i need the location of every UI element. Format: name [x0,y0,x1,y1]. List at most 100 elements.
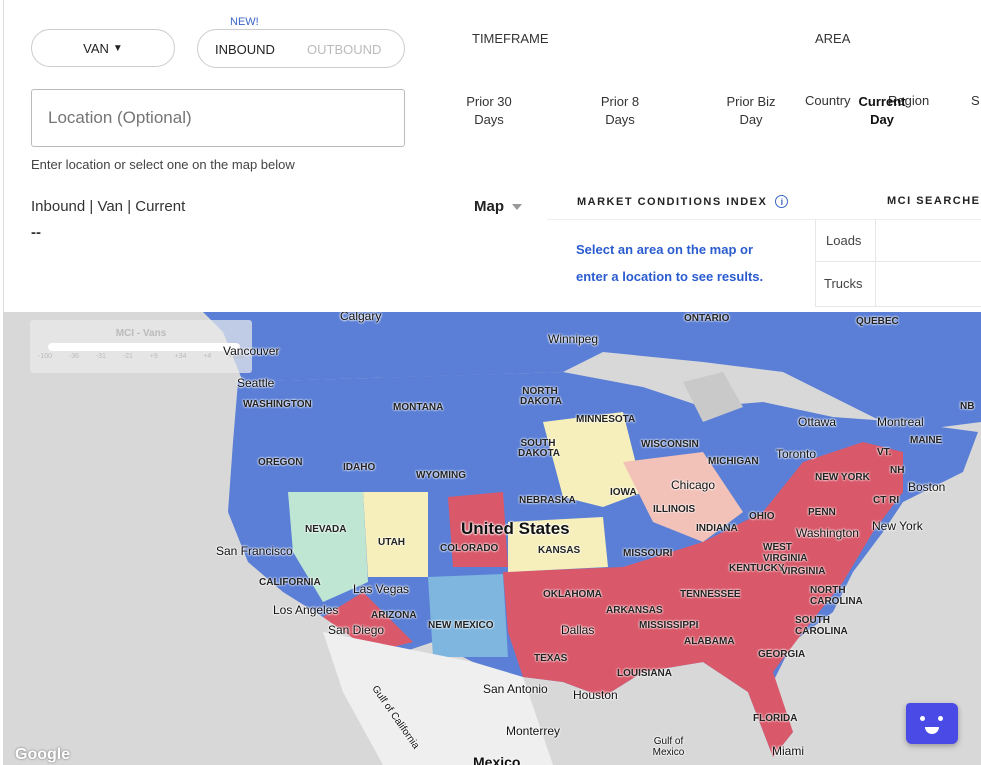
location-input[interactable] [31,89,405,147]
city-label: New York [872,519,923,533]
view-dropdown[interactable]: Map [474,198,522,215]
state-label: KENTUCKY [729,563,785,574]
legend-ticks: -100 -36 -31 -21 +9 +34 +4 +100 [30,351,252,360]
state-label: CT RI [873,495,900,506]
city-label: Monterrey [506,724,561,738]
state-label: QUEBEC [856,316,899,327]
city-label: Chicago [671,478,716,492]
equipment-value: VAN [83,40,109,56]
equipment-dropdown[interactable]: VAN ▼ [31,29,175,67]
new-badge: NEW! [230,16,259,28]
mci-map[interactable]: MCI - Vans -100 -36 -31 -21 +9 +34 +4 +100 WASH… [3,312,981,765]
chat-eye [938,716,943,721]
city-label: San Antonio [483,682,548,696]
legend-tick: -31 [95,353,106,360]
mci-prompt: Select an area on the map or enter a loc… [576,236,763,290]
timeframe-label: TIMEFRAME [472,31,549,46]
state-label: WISCONSIN [641,439,699,450]
city-label: Seattle [237,376,275,390]
state-label: WYOMING [416,470,466,481]
state-label: INDIANA [696,523,738,534]
view-value: Map [474,198,504,215]
city-label: Toronto [776,447,817,461]
city-label: San Francisco [216,544,293,558]
caret-down-icon: ▼ [112,42,123,54]
state-label: ALABAMA [684,636,735,647]
city-label: Montreal [877,415,924,429]
inbound-option[interactable]: INBOUND [215,42,275,57]
mci-prompt-line2: enter a location to see results. [576,269,764,284]
mci-title-text: MARKET CONDITIONS INDEX [577,195,768,208]
lightblue-newmexico-region [428,574,508,657]
state-label: NB [960,401,975,412]
state-label: UTAH [378,537,406,548]
state-label: WASHINGTON [243,399,312,410]
area-state[interactable]: S [971,93,980,108]
left-border [3,0,4,312]
city-label: Ottawa [798,415,837,429]
legend-tick: +34 [174,353,187,360]
legend-tick: -21 [122,353,133,360]
state-label: MAINE [910,435,943,446]
state-label: PENN [808,507,836,518]
state-label: NH [890,465,905,476]
timeframe-prior-8[interactable]: Prior 8 Days [592,93,648,129]
state-label: IDAHO [343,462,376,473]
outbound-option[interactable]: OUTBOUND [307,42,381,57]
area-country[interactable]: Country [805,93,851,108]
timeframe-prior-30[interactable]: Prior 30 Days [458,93,520,129]
state-label: OHIO [749,511,775,522]
state-label: FLORIDA [753,713,798,724]
city-label: Miami [772,744,804,758]
state-label: OKLAHOMA [543,589,602,600]
yellow-utah-region [363,492,428,577]
mci-searches-title: MCI SEARCHE [887,195,981,207]
legend-tick: -36 [68,353,79,360]
state-label: SOUTH DAKOTA [518,438,561,459]
direction-toggle[interactable]: INBOUND OUTBOUND [197,29,405,68]
chat-bot-icon[interactable] [906,703,958,744]
caret-down-icon [512,203,522,210]
city-label: Los Angeles [273,603,339,617]
location-helper: Enter location or select one on the map … [31,157,295,172]
state-label: MICHIGAN [708,456,759,467]
loads-label: Loads [816,219,876,261]
loads-row: Loads [816,219,981,262]
state-label: MISSOURI [623,548,673,559]
state-label: TEXAS [534,653,568,664]
mci-table: Loads Trucks [815,219,981,307]
trucks-label: Trucks [816,262,876,306]
state-label: VIRGINIA [781,566,826,577]
city-label: San Diego [328,623,385,637]
google-attribution: Google [15,746,71,763]
trucks-row: Trucks [816,262,981,306]
state-label: ONTARIO [684,313,730,324]
map-legend: MCI - Vans -100 -36 -31 -21 +9 +34 +4 +100 [30,320,252,373]
legend-tick: -100 [38,353,53,360]
summary-title: Inbound | Van | Current [31,198,186,215]
city-label: Washington [796,526,859,540]
state-label: KANSAS [538,545,581,556]
mci-prompt-line1: Select an area on the map or [576,242,754,257]
info-icon[interactable]: i [775,195,789,208]
state-label: IOWA [610,487,637,498]
state-label: NORTH CAROLINA [810,585,863,607]
state-label: NEW YORK [815,472,870,483]
city-label: Winnipeg [548,332,599,346]
state-label: OREGON [258,457,303,468]
legend-title: MCI - Vans [115,328,167,339]
state-label: NORTH DAKOTA [520,386,563,407]
state-label: GEORGIA [758,649,806,660]
country-label: Mexico [473,754,521,765]
timeframe-current-day[interactable]: Current Day [851,93,913,129]
state-label: ARKANSAS [606,605,663,616]
state-label: TENNESSEE [680,589,741,600]
state-label: LOUISIANA [617,668,672,679]
city-label: Houston [573,688,618,702]
city-label: Calgary [340,312,382,323]
timeframe-prior-biz[interactable]: Prior Biz Day [718,93,784,129]
water-label: Gulf of Mexico [652,736,685,758]
state-label: NEBRASKA [519,495,576,506]
mci-title: MARKET CONDITIONS INDEX i [577,195,789,208]
chat-smile [925,727,939,734]
